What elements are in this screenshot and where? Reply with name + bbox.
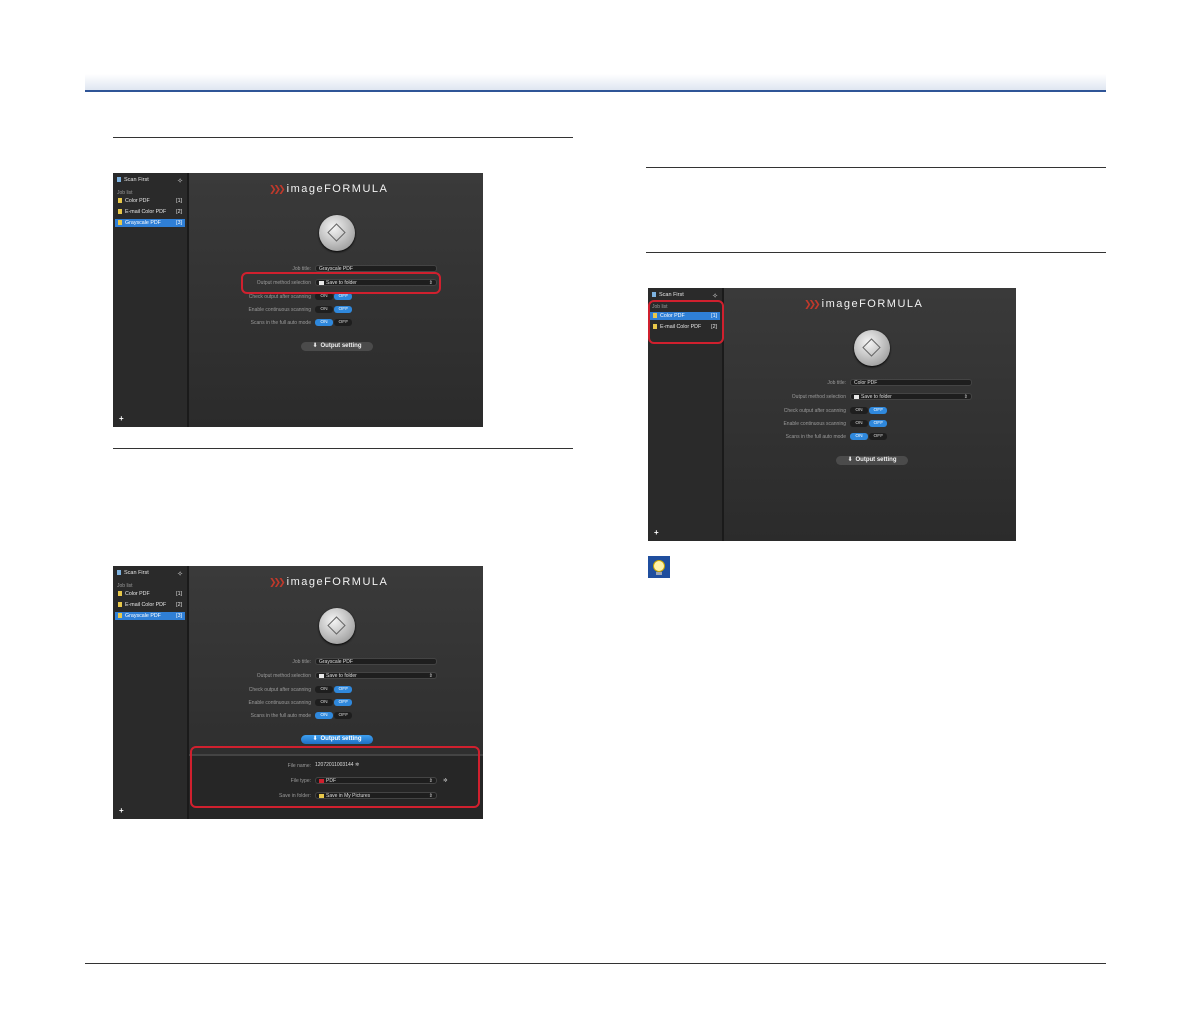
start-icon [862, 338, 881, 357]
output-setting-button[interactable]: ⬇ Output setting [301, 735, 373, 744]
job-icon [118, 198, 122, 204]
main-panel: ❯❯❯ imageFORMULA Job title: Grayscale PDF… [189, 173, 483, 427]
section-rule [646, 167, 1106, 168]
app-logo: ❯❯❯ imageFORMULA [804, 298, 924, 310]
arrow-down-icon: ⬇ [312, 736, 318, 742]
full-auto-toggle[interactable]: ON OFF [315, 319, 353, 326]
full-auto-row: Scans in the full auto mode ON OFF [724, 433, 1016, 441]
job-item[interactable]: Color PDF [1] [115, 197, 185, 205]
add-job-icon[interactable]: + [119, 806, 124, 815]
job-list-caption: Job list [117, 190, 133, 196]
document-icon [117, 570, 121, 576]
continuous-row: Enable continuous scanning ON OFF [189, 699, 483, 707]
footer-rule [85, 963, 1106, 964]
job-title-input[interactable]: Grayscale PDF [315, 265, 437, 272]
section-rule [113, 137, 573, 138]
continuous-toggle[interactable]: ON OFF [315, 306, 353, 313]
job-list-caption: Job list [117, 583, 133, 589]
app-logo: ❯❯❯ imageFORMULA [269, 576, 389, 588]
output-method-row: Output method selection Save to folder ⇕ [724, 393, 1016, 401]
add-job-icon[interactable]: + [654, 528, 659, 537]
job-title-input[interactable]: Color PDF [850, 379, 972, 386]
section-rule [646, 252, 1106, 253]
arrow-down-icon: ⬇ [847, 457, 853, 463]
job-item-selected[interactable]: Grayscale PDF [3] [115, 612, 185, 620]
job-icon [118, 591, 122, 597]
job-title-input[interactable]: Grayscale PDF [315, 658, 437, 665]
header-rule [85, 90, 1106, 92]
logo-chevron-icon: ❯❯❯ [804, 299, 821, 309]
hint-lightbulb-icon [648, 556, 670, 578]
continuous-row: Enable continuous scanning ON OFF [724, 420, 1016, 428]
check-output-row: Check output after scanning ON OFF [724, 407, 1016, 415]
gear-icon[interactable]: ✧ [177, 177, 183, 185]
arrow-down-icon: ⬇ [312, 343, 318, 349]
folder-icon [319, 673, 324, 678]
scan-first-item[interactable]: Scan First ✧ [117, 177, 183, 186]
job-item-selected[interactable]: Grayscale PDF [3] [115, 219, 185, 227]
check-output-toggle[interactable]: ON OFF [850, 407, 888, 414]
document-icon [652, 292, 656, 298]
check-output-row: Check output after scanning ON OFF [189, 293, 483, 301]
continuous-toggle[interactable]: ON OFF [315, 699, 353, 706]
logo-chevron-icon: ❯❯❯ [269, 184, 286, 194]
scan-first-item[interactable]: Scan First ✧ [117, 570, 183, 579]
start-icon [327, 223, 346, 242]
header-band [85, 74, 1106, 90]
scan-button[interactable] [854, 330, 890, 366]
output-method-select[interactable]: Save to folder ⇕ [315, 672, 437, 679]
output-setting-button[interactable]: ⬇ Output setting [301, 342, 373, 351]
check-output-toggle[interactable]: ON OFF [315, 293, 353, 300]
folder-icon [854, 394, 859, 399]
full-auto-row: Scans in the full auto mode ON OFF [189, 712, 483, 720]
start-icon [327, 616, 346, 635]
scan-button[interactable] [319, 608, 355, 644]
screenshot-output-setting: Scan First ✧ Job list Color PDF [1] E-mai… [113, 566, 483, 819]
highlight-output-setting [190, 746, 480, 808]
continuous-toggle[interactable]: ON OFF [850, 420, 888, 427]
output-setting-button[interactable]: ⬇ Output setting [836, 456, 908, 465]
job-item[interactable]: E-mail Color PDF [2] [115, 601, 185, 609]
document-icon [117, 177, 121, 183]
job-icon [118, 613, 122, 619]
gear-icon[interactable]: ✧ [712, 292, 718, 300]
job-sidebar: Scan First ✧ Job list Color PDF [1] E-mai… [113, 566, 189, 819]
output-method-row: Output method selection Save to folder ⇕ [189, 672, 483, 680]
full-auto-row: Scans in the full auto mode ON OFF [189, 319, 483, 327]
gear-icon[interactable]: ✧ [177, 570, 183, 578]
check-output-toggle[interactable]: ON OFF [315, 686, 353, 693]
output-method-select[interactable]: Save to folder ⇕ [850, 393, 972, 400]
full-auto-toggle[interactable]: ON OFF [850, 433, 888, 440]
job-icon [118, 209, 122, 215]
job-icon [118, 602, 122, 608]
logo-chevron-icon: ❯❯❯ [269, 577, 286, 587]
check-output-row: Check output after scanning ON OFF [189, 686, 483, 694]
job-item[interactable]: Color PDF [1] [115, 590, 185, 598]
screenshot-output-method: Scan First ✧ Job list Color PDF [1] E-mai… [113, 173, 483, 427]
scan-button[interactable] [319, 215, 355, 251]
screenshot-job-list: Scan First ✧ Job list Color PDF [1] E-mai… [648, 288, 1016, 541]
updown-icon: ⇕ [428, 673, 433, 679]
add-job-icon[interactable]: + [119, 414, 124, 423]
highlight-output-method [241, 272, 441, 294]
section-rule [113, 448, 573, 449]
full-auto-toggle[interactable]: ON OFF [315, 712, 353, 719]
job-title-row: Job title: Color PDF [724, 379, 1016, 387]
main-panel: ❯❯❯ imageFORMULA Job title: Color PDF Out… [724, 288, 1016, 541]
continuous-row: Enable continuous scanning ON OFF [189, 306, 483, 314]
job-sidebar: Scan First ✧ Job list Color PDF [1] E-mai… [113, 173, 189, 427]
job-icon [118, 220, 122, 226]
app-logo: ❯❯❯ imageFORMULA [269, 183, 389, 195]
job-item[interactable]: E-mail Color PDF [2] [115, 208, 185, 216]
job-title-row: Job title: Grayscale PDF [189, 658, 483, 666]
updown-icon: ⇕ [963, 394, 968, 400]
highlight-job-list [648, 300, 724, 344]
